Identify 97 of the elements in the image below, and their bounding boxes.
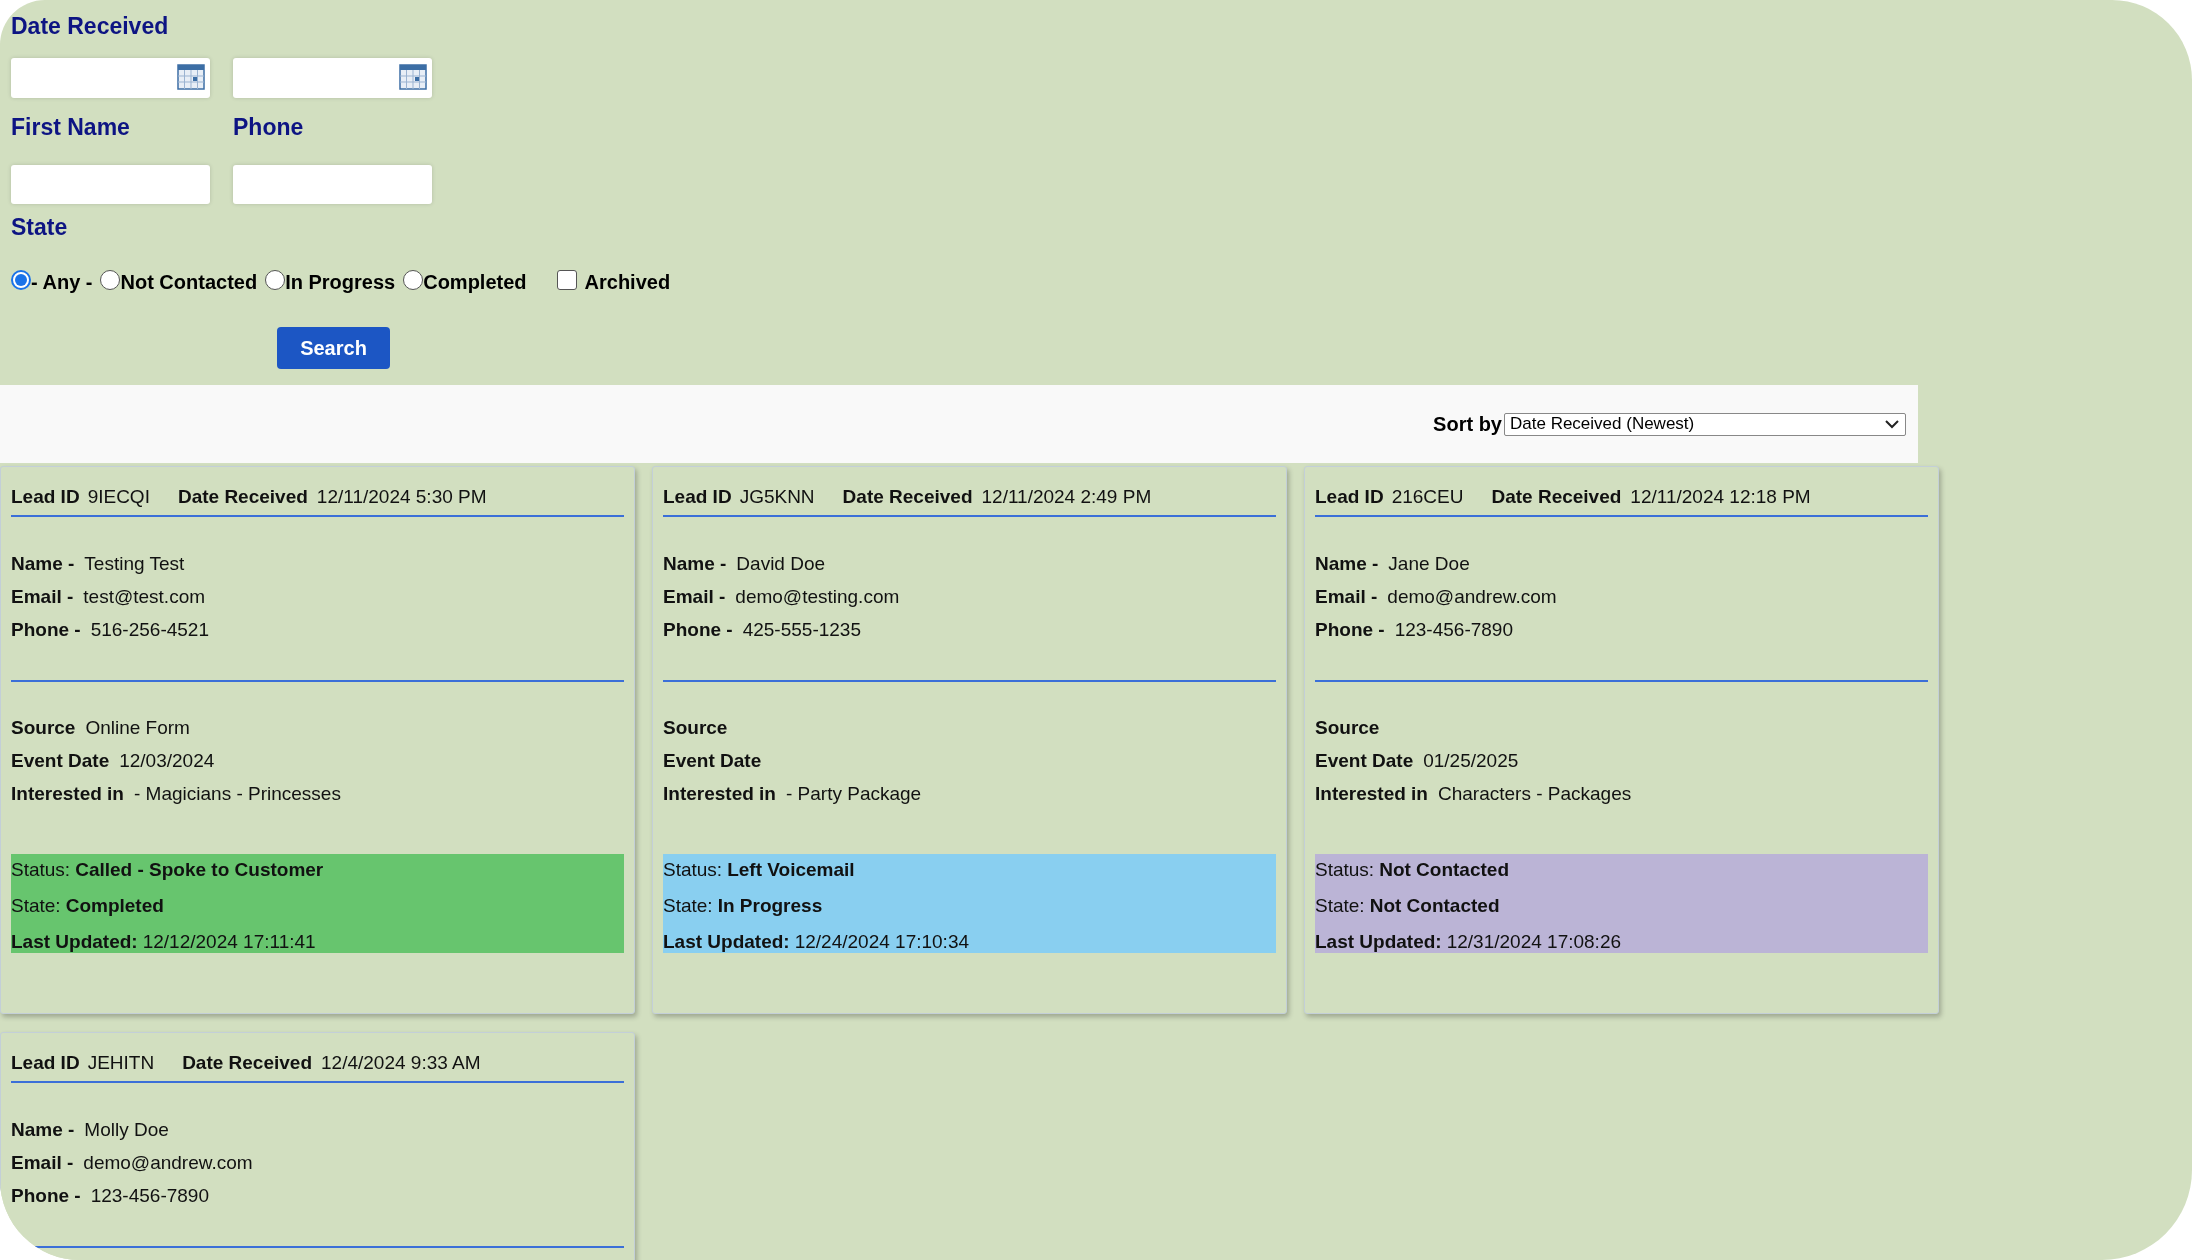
field-value: Not Contacted [1379,858,1509,882]
radio-label: Not Contacted [120,270,258,295]
field-value: 216CEU [1391,485,1464,509]
field-label: Interested in [1315,782,1428,806]
field-value: Called - Spoke to Customer [75,858,324,882]
field-value: demo@andrew.com [83,1151,253,1175]
phone-field[interactable] [233,165,432,204]
field-label: Event Date [1315,749,1414,773]
field-value: 425-555-1235 [742,618,861,642]
field-value: In Progress [717,894,823,918]
field-label: Email - [663,585,726,609]
field-label: Lead ID [11,485,80,509]
field-label: Name - [11,552,75,576]
field-label: Date Received [842,485,973,509]
field-value: 12/11/2024 2:49 PM [981,485,1152,509]
field-value: 12/24/2024 17:10:34 [794,930,970,954]
field-value: test@test.com [83,585,206,609]
field-value: 12/11/2024 5:30 PM [316,485,487,509]
field-value: demo@testing.com [735,585,900,609]
field-value: 123-456-7890 [1394,618,1513,642]
sort-dropdown[interactable]: Date Received (Newest) [1504,412,1906,436]
field-label: State: [663,894,713,918]
radio-label: In Progress [285,270,396,295]
field-label: Date Received [1491,485,1622,509]
field-label: Lead ID [1315,485,1384,509]
field-label: Lead ID [11,1051,80,1075]
filter-label: State [11,216,68,239]
field-value: Molly Doe [84,1118,169,1142]
radio-button[interactable] [403,270,424,290]
field-label: Phone - [11,618,81,642]
field-value: Not Contacted [1369,894,1500,918]
field-label: Event Date [11,749,110,773]
date-field[interactable] [233,58,432,98]
field-label: Name - [663,552,727,576]
field-label: Last Updated: [663,930,790,954]
search-button[interactable]: Search [277,327,390,369]
calendar-icon[interactable] [177,64,205,90]
checkbox[interactable] [556,270,577,290]
radio-button[interactable] [100,270,121,290]
field-value: 12/31/2024 17:08:26 [1446,930,1622,954]
radio-button[interactable] [11,270,31,290]
sort-label: Sort by [1433,412,1502,437]
field-value: Left Voicemail [727,858,855,882]
field-value: 01/25/2025 [1423,749,1519,773]
field-label: Interested in [663,782,776,806]
field-value: 516-256-4521 [90,618,209,642]
field-label: Name - [11,1118,75,1142]
filter-label: First Name [11,116,130,139]
field-label: Status: [1315,858,1375,882]
field-value: JEHITN [87,1051,155,1075]
radio-button[interactable] [265,270,286,290]
filter-label: Phone [233,116,304,139]
field-value: Online Form [85,716,190,740]
field-value: Jane Doe [1388,552,1470,576]
calendar-icon[interactable] [399,64,427,90]
field-value: 12/12/2024 17:11:41 [142,930,316,954]
field-label: Status: [663,858,723,882]
field-label: Email - [1315,585,1378,609]
field-label: Email - [11,585,74,609]
field-value: 9IECQI [87,485,150,509]
field-value: David Doe [736,552,826,576]
field-label: Date Received [177,485,308,509]
field-label: Lead ID [663,485,732,509]
field-label: State: [1315,894,1365,918]
radio-label: Completed [423,270,527,295]
field-label: Event Date [663,749,762,773]
radio-label: - Any - [31,270,93,295]
field-label: Phone - [11,1184,81,1208]
field-label: Phone - [663,618,733,642]
first-name-field[interactable] [11,165,210,204]
checkbox-label: Archived [584,270,671,295]
field-label: Source [1315,716,1380,740]
field-label: Interested in [11,782,124,806]
field-value: - Magicians - Princesses [134,782,341,806]
field-label: Phone - [1315,618,1385,642]
field-value: Characters - Packages [1438,782,1632,806]
field-value: demo@andrew.com [1387,585,1557,609]
field-value: 12/4/2024 9:33 AM [321,1051,481,1075]
filter-label: Date Received [11,15,169,38]
field-label: Source [11,716,76,740]
field-value: 123-456-7890 [90,1184,209,1208]
field-value: Completed [65,894,164,918]
field-label: Source [663,716,728,740]
field-label: Email - [11,1151,74,1175]
date-field[interactable] [11,58,210,98]
field-value: - Party Package [786,782,922,806]
field-label: Name - [1315,552,1379,576]
field-label: State: [11,894,61,918]
chevron-down-icon [1884,419,1900,429]
field-label: Last Updated: [11,930,138,954]
field-value: JG5KNN [739,485,815,509]
field-label: Last Updated: [1315,930,1442,954]
field-value: Testing Test [84,552,185,576]
field-value: 12/03/2024 [119,749,215,773]
field-label: Status: [11,858,71,882]
field-value: 12/11/2024 12:18 PM [1630,485,1811,509]
field-label: Date Received [182,1051,313,1075]
